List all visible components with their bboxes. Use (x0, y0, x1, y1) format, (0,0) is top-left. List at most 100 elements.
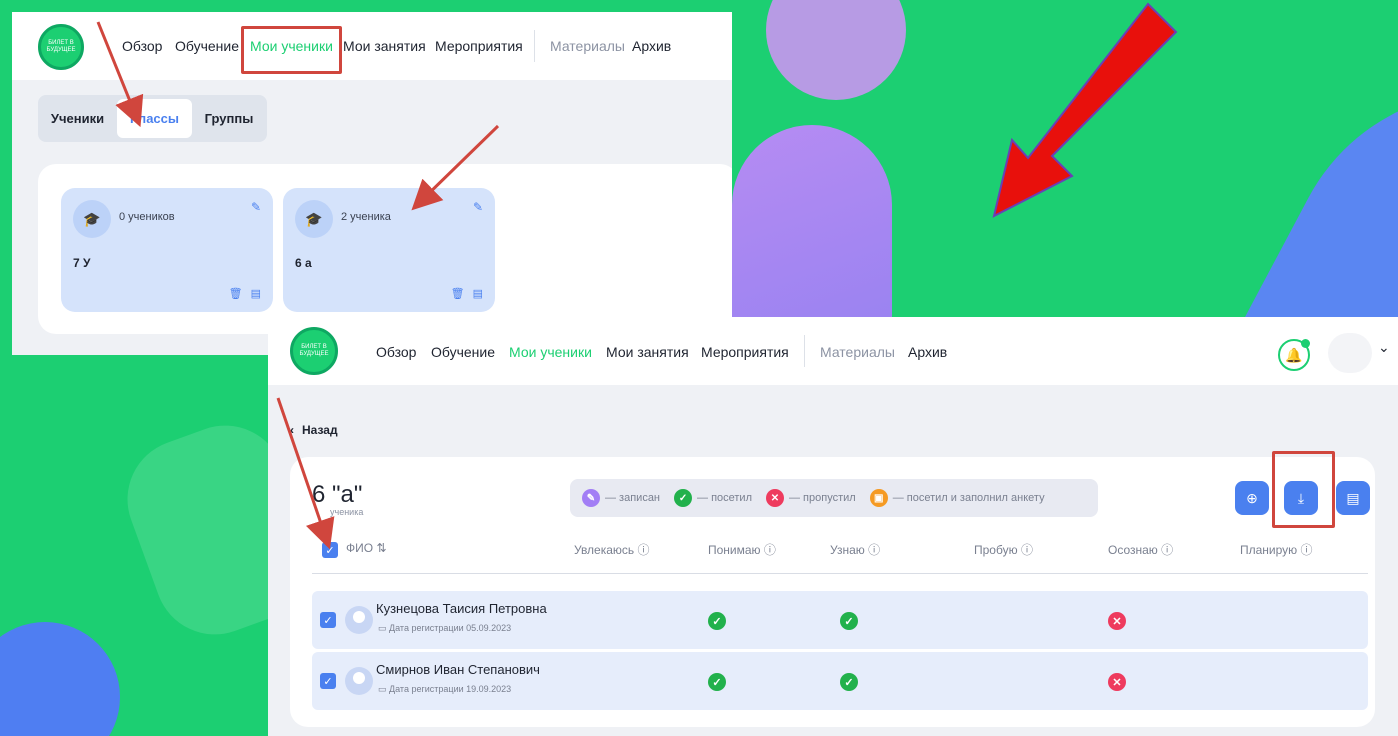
top-nav: БИЛЕТ В БУДУЩЕЕ Обзор Обучение Мои учени… (268, 317, 1398, 385)
row-checkbox[interactable]: ✓ (320, 673, 336, 689)
nav-overview[interactable]: Обзор (376, 344, 416, 360)
column-label: Пробую (974, 543, 1018, 557)
column-header: Увлекаюсь ⓘ (574, 541, 650, 558)
registration-date: ▭ Дата регистрации 19.09.2023 (378, 684, 511, 695)
check-icon: ✓ (708, 612, 726, 630)
page-subtitle: ученика (330, 507, 364, 517)
highlight-box (1272, 451, 1335, 528)
class-card[interactable]: 🎓 2 ученика ✎ 6 а 🗑 ▤ (283, 188, 495, 312)
top-nav: БИЛЕТ В БУДУЩЕЕ Обзор Обучение Мои учени… (12, 12, 732, 80)
archive-button[interactable]: ▤ (1336, 481, 1370, 515)
nav-overview[interactable]: Обзор (122, 38, 162, 54)
student-name[interactable]: Смирнов Иван Степанович (376, 662, 540, 677)
status-legend: ✎ — записан ✓ — посетил ✕ — пропустил ▣ — по… (570, 479, 1098, 517)
check-icon: ✓ (840, 612, 858, 630)
nav-learning[interactable]: Обучение (175, 38, 239, 54)
chevron-left-icon: ‹ (290, 423, 294, 437)
graduation-cap-icon: 🎓 (295, 200, 333, 238)
class-card[interactable]: 🎓 0 учеников ✎ 7 У 🗑 ▤ (61, 188, 273, 312)
calendar-icon: ▭ (378, 623, 387, 633)
nav-my-students[interactable]: Мои ученики (509, 344, 592, 360)
pencil-icon[interactable]: ✎ (473, 200, 483, 214)
registration-date-text: Дата регистрации 19.09.2023 (389, 684, 512, 694)
nav-my-lessons[interactable]: Мои занятия (606, 344, 689, 360)
calendar-icon: ▭ (378, 684, 387, 694)
bell-icon[interactable]: 🔔 (1278, 339, 1310, 371)
decor-circle-left (0, 622, 120, 736)
tab-students[interactable]: Ученики (42, 99, 113, 138)
legend-label: — посетил (697, 492, 752, 504)
info-icon[interactable]: ⓘ (1021, 543, 1033, 557)
registration-date: ▭ Дата регистрации 05.09.2023 (378, 623, 511, 634)
trash-icon[interactable]: 🗑 (451, 287, 465, 300)
column-header: Пробую ⓘ (974, 541, 1033, 558)
column-label: Увлекаюсь (574, 543, 635, 557)
class-actions: 🗑 ▤ (451, 287, 483, 300)
nav-materials[interactable]: Материалы (550, 38, 625, 54)
add-button[interactable]: ⊕ (1235, 481, 1269, 515)
clipboard-icon: ▣ (869, 489, 888, 507)
nav-divider (534, 30, 535, 62)
info-icon[interactable]: ⓘ (638, 543, 650, 557)
archive-icon[interactable]: ▤ (473, 287, 483, 300)
logo[interactable]: БИЛЕТ В БУДУЩЕЕ (38, 24, 84, 70)
cross-icon: ✕ (1108, 612, 1126, 630)
row-checkbox[interactable]: ✓ (320, 612, 336, 628)
tab-groups[interactable]: Группы (194, 99, 264, 138)
info-icon[interactable]: ⓘ (764, 543, 776, 557)
select-all-checkbox[interactable]: ✓ (322, 542, 338, 558)
nav-events[interactable]: Мероприятия (435, 38, 523, 54)
logo-text: БИЛЕТ В БУДУЩЕЕ (46, 40, 76, 53)
class-name: 6 а (295, 256, 312, 270)
avatar[interactable] (1328, 333, 1372, 373)
tab-classes[interactable]: Классы (117, 99, 192, 138)
decor-circle (766, 0, 906, 100)
back-link[interactable]: ‹ Назад (290, 423, 338, 437)
legend-survey: ▣ — посетил и заполнил анкету (869, 489, 1045, 507)
tabs: Ученики Классы Группы (38, 95, 267, 142)
logo[interactable]: БИЛЕТ В БУДУЩЕЕ (290, 327, 338, 375)
pencil-icon[interactable]: ✎ (251, 200, 261, 214)
student-name[interactable]: Кузнецова Таисия Петровна (376, 601, 547, 616)
highlight-box (241, 26, 342, 74)
header-divider (312, 573, 1368, 574)
legend-enrolled: ✎ — записан (582, 489, 660, 507)
page-title: 6 "а" (312, 481, 363, 508)
chevron-down-icon[interactable]: ⌄ (1378, 339, 1390, 356)
column-label: Понимаю (708, 543, 761, 557)
pencil-icon: ✎ (582, 489, 600, 507)
nav-materials[interactable]: Материалы (820, 344, 895, 360)
archive-icon[interactable]: ▤ (251, 287, 261, 300)
big-arrow (992, 2, 1178, 218)
nav-divider (804, 335, 805, 367)
back-label: Назад (302, 423, 338, 437)
sort-icon[interactable]: ⇅ (376, 541, 386, 555)
class-student-count: 0 учеников (119, 211, 175, 223)
nav-my-lessons[interactable]: Мои занятия (343, 38, 426, 54)
column-header: Понимаю ⓘ (708, 541, 776, 558)
column-label: Осознаю (1108, 543, 1158, 557)
cross-icon: ✕ (766, 489, 784, 507)
nav-archive[interactable]: Архив (632, 38, 671, 54)
nav-events[interactable]: Мероприятия (701, 344, 789, 360)
column-label: ФИО (346, 541, 374, 555)
column-header: Планирую ⓘ (1240, 541, 1313, 558)
legend-label: — пропустил (789, 492, 856, 504)
registration-date-text: Дата регистрации 05.09.2023 (389, 623, 512, 633)
column-label: Узнаю (830, 543, 865, 557)
trash-icon[interactable]: 🗑 (229, 287, 243, 300)
plus-circle-icon: ⊕ (1246, 489, 1258, 506)
info-icon[interactable]: ⓘ (868, 543, 880, 557)
logo-text: БИЛЕТ В БУДУЩЕЕ (299, 344, 329, 357)
nav-archive[interactable]: Архив (908, 344, 947, 360)
class-detail-screenshot: БИЛЕТ В БУДУЩЕЕ Обзор Обучение Мои учени… (268, 317, 1398, 736)
column-header-name[interactable]: ФИО ⇅ (346, 541, 387, 555)
nav-learning[interactable]: Обучение (431, 344, 495, 360)
legend-missed: ✕ — пропустил (766, 489, 856, 507)
class-actions: 🗑 ▤ (229, 287, 261, 300)
info-icon[interactable]: ⓘ (1301, 543, 1313, 557)
info-icon[interactable]: ⓘ (1161, 543, 1173, 557)
classes-screenshot: БИЛЕТ В БУДУЩЕЕ Обзор Обучение Мои учени… (12, 12, 732, 355)
column-header: Узнаю ⓘ (830, 541, 880, 558)
check-icon: ✓ (840, 673, 858, 691)
